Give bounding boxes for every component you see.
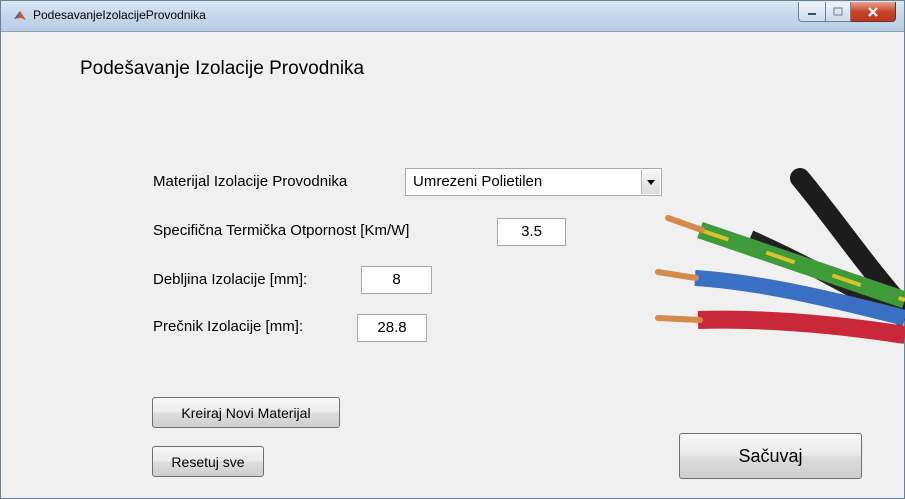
thickness-label: Debljina Izolacije [mm]:: [153, 271, 308, 288]
diameter-label: Prečnik Izolacije [mm]:: [153, 318, 304, 335]
material-select-value: Umrezeni Polietilen: [413, 173, 543, 190]
cable-wires-image: [655, 168, 905, 344]
material-select[interactable]: Umrezeni Polietilen: [405, 168, 662, 196]
minimize-button[interactable]: [798, 2, 826, 22]
matlab-logo-icon: [14, 11, 26, 20]
create-material-button[interactable]: Kreiraj Novi Materijal: [152, 397, 340, 428]
title-bar[interactable]: PodesavanjeIzolacijeProvodnika: [1, 1, 904, 32]
thickness-input[interactable]: 8: [361, 266, 432, 294]
diameter-input[interactable]: 28.8: [357, 314, 427, 342]
maximize-button[interactable]: [826, 2, 851, 22]
page-title: Podešavanje Izolacije Provodnika: [80, 58, 365, 79]
window-controls: [798, 2, 896, 22]
thermal-resistance-input[interactable]: 3.5: [497, 218, 566, 246]
close-icon: [868, 6, 878, 17]
reset-button[interactable]: Resetuj sve: [152, 446, 264, 477]
maximize-icon: [833, 7, 843, 16]
thermal-resistance-label: Specifična Termička Otpornost [Km/W]: [153, 222, 410, 239]
save-button[interactable]: Sačuvaj: [679, 433, 862, 479]
window-title: PodesavanjeIzolacijeProvodnika: [33, 8, 206, 22]
material-label: Materijal Izolacije Provodnika: [153, 173, 348, 190]
close-button[interactable]: [851, 2, 896, 22]
minimize-icon: [808, 12, 816, 15]
